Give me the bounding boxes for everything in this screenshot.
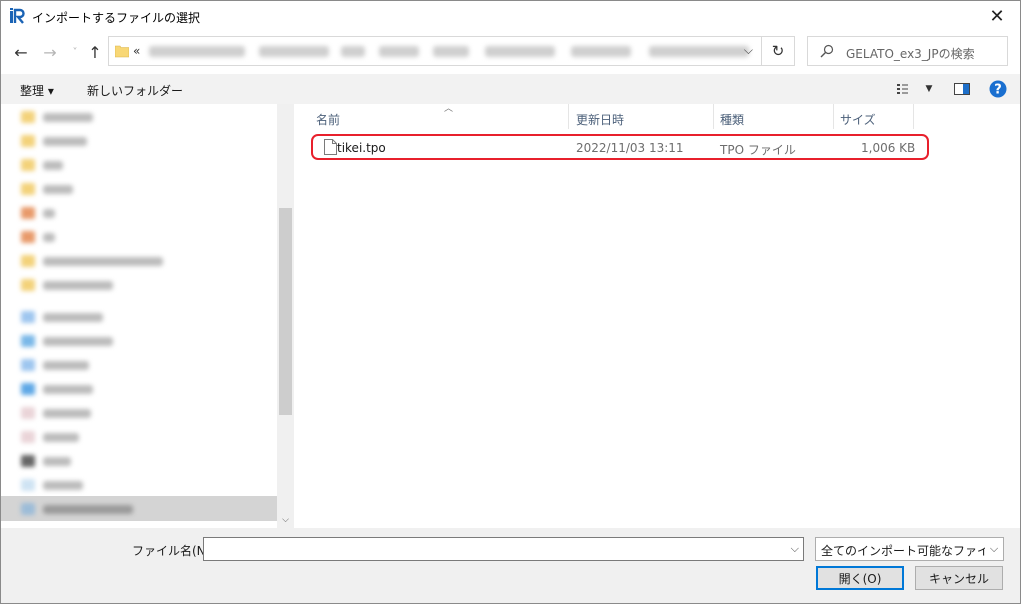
view-menu-button[interactable]: ▼	[919, 79, 939, 99]
arrow-up-icon: ↑	[88, 42, 102, 62]
recent-locations-button[interactable]: ˅	[64, 41, 86, 63]
preview-pane-button[interactable]	[952, 79, 972, 99]
search-input[interactable]: GELATO_ex3_JPの検索	[846, 45, 975, 62]
command-bar: 整理 ▾ 新しいフォルダー ▼ ?	[1, 74, 1020, 104]
sidebar-item[interactable]	[21, 108, 93, 126]
file-name: tikei.tpo	[337, 141, 386, 155]
refresh-icon: ↻	[771, 42, 785, 60]
breadcrumb-redacted	[259, 46, 329, 57]
address-bar[interactable]: « ⌵	[108, 36, 762, 66]
new-folder-button[interactable]: 新しいフォルダー	[87, 82, 183, 99]
column-header-size[interactable]: サイズ	[834, 104, 914, 129]
file-row[interactable]: tikei.tpo 2022/11/03 13:11 TPO ファイル 1,00…	[311, 134, 929, 160]
svg-text:?: ?	[994, 83, 1002, 98]
chevron-down-icon[interactable]: ⌵	[791, 542, 799, 556]
sidebar-item[interactable]	[21, 332, 113, 350]
title-bar: インポートするファイルの選択 ✕	[1, 1, 1020, 32]
file-type-select[interactable]: 全てのインポート可能なファイル (*.tpo ⌵	[815, 537, 1004, 561]
file-open-dialog: インポートするファイルの選択 ✕ ← → ˅ ↑ « ⌵ ↻ GELATO_ex…	[0, 0, 1021, 604]
folder-icon	[115, 45, 129, 58]
file-modified: 2022/11/03 13:11	[576, 141, 684, 155]
column-header-name[interactable]: ︿ 名前	[310, 104, 569, 129]
cancel-button[interactable]: キャンセル	[915, 566, 1003, 590]
app-logo-icon	[10, 8, 25, 24]
sidebar-item[interactable]	[21, 308, 103, 326]
chevron-down-icon: ˅	[72, 46, 78, 58]
forward-button[interactable]: →	[39, 41, 61, 63]
breadcrumb-redacted	[485, 46, 555, 57]
sidebar-item[interactable]	[21, 452, 71, 470]
arrow-right-icon: →	[43, 42, 57, 62]
search-icon	[820, 44, 834, 58]
help-icon: ?	[989, 80, 1007, 98]
dialog-footer: ファイル名(N): ⌵ 全てのインポート可能なファイル (*.tpo ⌵ 開く(…	[1, 528, 1020, 603]
preview-pane-icon	[954, 83, 970, 95]
organize-button[interactable]: 整理 ▾	[20, 82, 54, 99]
open-button[interactable]: 開く(O)	[816, 566, 904, 590]
breadcrumb-redacted	[379, 46, 419, 57]
sidebar-scrollbar[interactable]: ⌵	[277, 104, 294, 528]
sidebar-item[interactable]	[21, 476, 83, 494]
arrow-left-icon: ←	[14, 42, 28, 62]
refresh-button[interactable]: ↻	[762, 36, 795, 66]
caret-down-icon: ▼	[925, 84, 933, 94]
file-type: TPO ファイル	[720, 143, 796, 157]
file-list: ︿ 名前 更新日時 種類 サイズ tikei.tpo 2022/11/03 13…	[298, 104, 1020, 528]
sidebar-item[interactable]	[21, 252, 163, 270]
breadcrumb-redacted	[341, 46, 365, 57]
sidebar-item[interactable]	[21, 228, 55, 246]
back-button[interactable]: ←	[10, 41, 32, 63]
navigation-bar: ← → ˅ ↑ « ⌵ ↻ GELATO_ex3_JPの検索	[1, 35, 1020, 69]
breadcrumb-redacted	[571, 46, 631, 57]
scroll-down-icon[interactable]: ⌵	[277, 512, 294, 528]
help-button[interactable]: ?	[988, 79, 1008, 99]
sidebar-item[interactable]	[21, 276, 113, 294]
scrollbar-thumb[interactable]	[279, 208, 292, 415]
window-title: インポートするファイルの選択	[32, 11, 201, 25]
file-size: 1,006 KB	[861, 141, 916, 155]
chevron-down-icon[interactable]: ⌵	[744, 43, 753, 58]
breadcrumb-redacted	[649, 46, 749, 57]
search-box[interactable]: GELATO_ex3_JPの検索	[807, 36, 1008, 66]
breadcrumb-overflow[interactable]: «	[133, 44, 140, 58]
sidebar-item[interactable]	[21, 204, 55, 222]
sidebar-item[interactable]	[21, 156, 63, 174]
file-type-value: 全てのインポート可能なファイル (*.tpo	[821, 544, 1003, 558]
sidebar-item[interactable]	[21, 380, 93, 398]
details-view-icon	[897, 84, 908, 94]
sidebar-item[interactable]	[21, 500, 133, 518]
sidebar-item[interactable]	[21, 428, 79, 446]
close-button[interactable]: ✕	[974, 1, 1020, 32]
column-header-type[interactable]: 種類	[714, 104, 834, 129]
file-icon	[324, 139, 337, 155]
breadcrumb-redacted	[433, 46, 469, 57]
sidebar-item[interactable]	[21, 132, 87, 150]
sidebar-item[interactable]	[21, 180, 73, 198]
up-button[interactable]: ↑	[84, 41, 106, 63]
sidebar-item[interactable]	[21, 404, 91, 422]
chevron-down-icon[interactable]: ⌵	[985, 538, 1003, 560]
sort-ascending-icon: ︿	[444, 104, 454, 114]
close-icon: ✕	[989, 6, 1005, 27]
sidebar-item[interactable]	[21, 356, 89, 374]
navigation-pane: ⌵	[1, 104, 294, 528]
breadcrumb-redacted	[149, 46, 245, 57]
column-header-modified[interactable]: 更新日時	[570, 104, 714, 129]
view-options-button[interactable]	[896, 79, 916, 99]
filename-input[interactable]: ⌵	[203, 537, 804, 561]
